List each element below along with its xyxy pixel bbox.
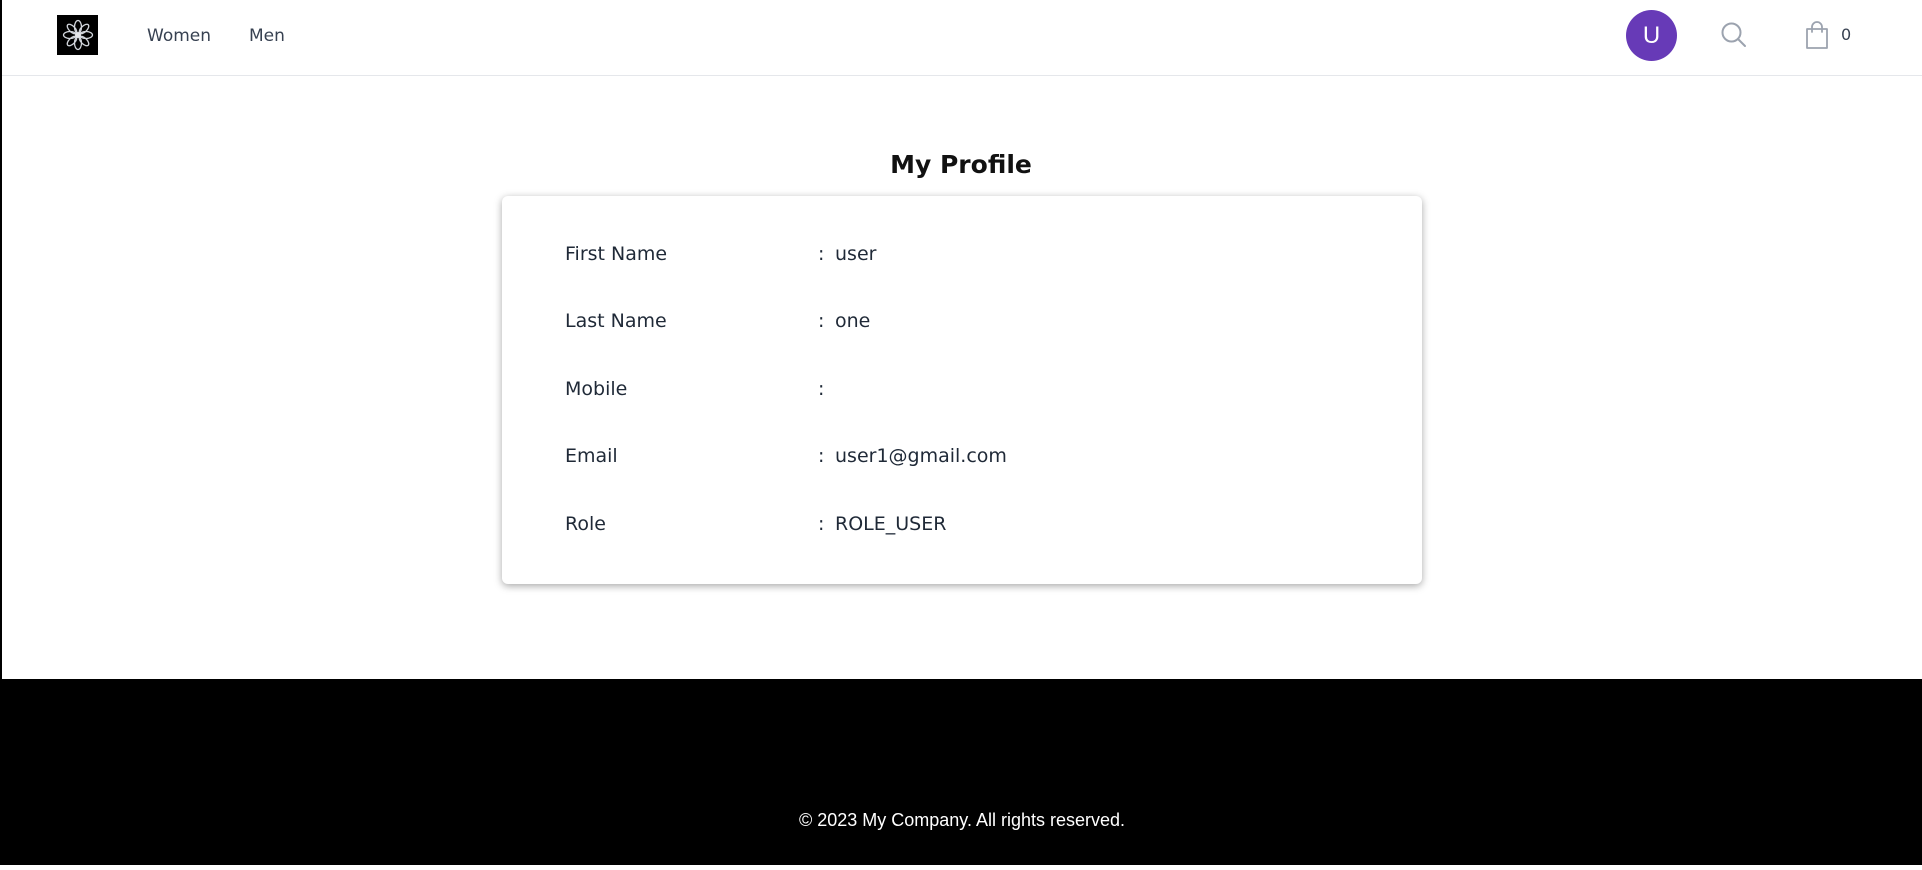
cart-count-badge: 0 [1841, 25, 1852, 44]
field-value: ROLE_USER [835, 513, 947, 535]
flower-logo-icon[interactable] [57, 15, 98, 55]
field-separator: : [818, 445, 825, 467]
copyright-text: © 2023 My Company. All rights reserved. [798, 810, 1126, 830]
profile-row-email: Email : user1@gmail.com [565, 445, 1365, 475]
nav-link-women[interactable]: Women [147, 26, 211, 46]
field-value: user1@gmail.com [835, 445, 1007, 467]
avatar-initial: U [1642, 21, 1661, 49]
user-avatar-button[interactable]: U [1626, 10, 1677, 61]
field-label: Last Name [565, 310, 667, 332]
field-separator: : [818, 513, 825, 535]
profile-row-mobile: Mobile : [565, 378, 1365, 408]
top-navigation-bar: Women Men U 0 [2, 0, 1922, 76]
profile-row-role: Role : ROLE_USER [565, 513, 1365, 543]
field-separator: : [818, 378, 825, 400]
search-icon[interactable] [1719, 20, 1749, 50]
page-title: My Profile [890, 150, 1032, 179]
profile-card: First Name : user Last Name : one Mobile… [502, 196, 1422, 584]
field-value: user [835, 243, 877, 265]
field-label: Email [565, 445, 618, 467]
shopping-bag-icon[interactable] [1802, 20, 1832, 50]
field-label: First Name [565, 243, 668, 265]
field-separator: : [818, 310, 825, 332]
field-label: Mobile [565, 378, 628, 400]
profile-row-last-name: Last Name : one [565, 310, 1365, 340]
field-label: Role [565, 513, 606, 535]
nav-link-men[interactable]: Men [249, 26, 285, 46]
field-separator: : [818, 243, 825, 265]
site-footer: © 2023 My Company. All rights reserved. [2, 679, 1922, 865]
profile-row-first-name: First Name : user [565, 243, 1365, 273]
field-value: one [835, 310, 871, 332]
